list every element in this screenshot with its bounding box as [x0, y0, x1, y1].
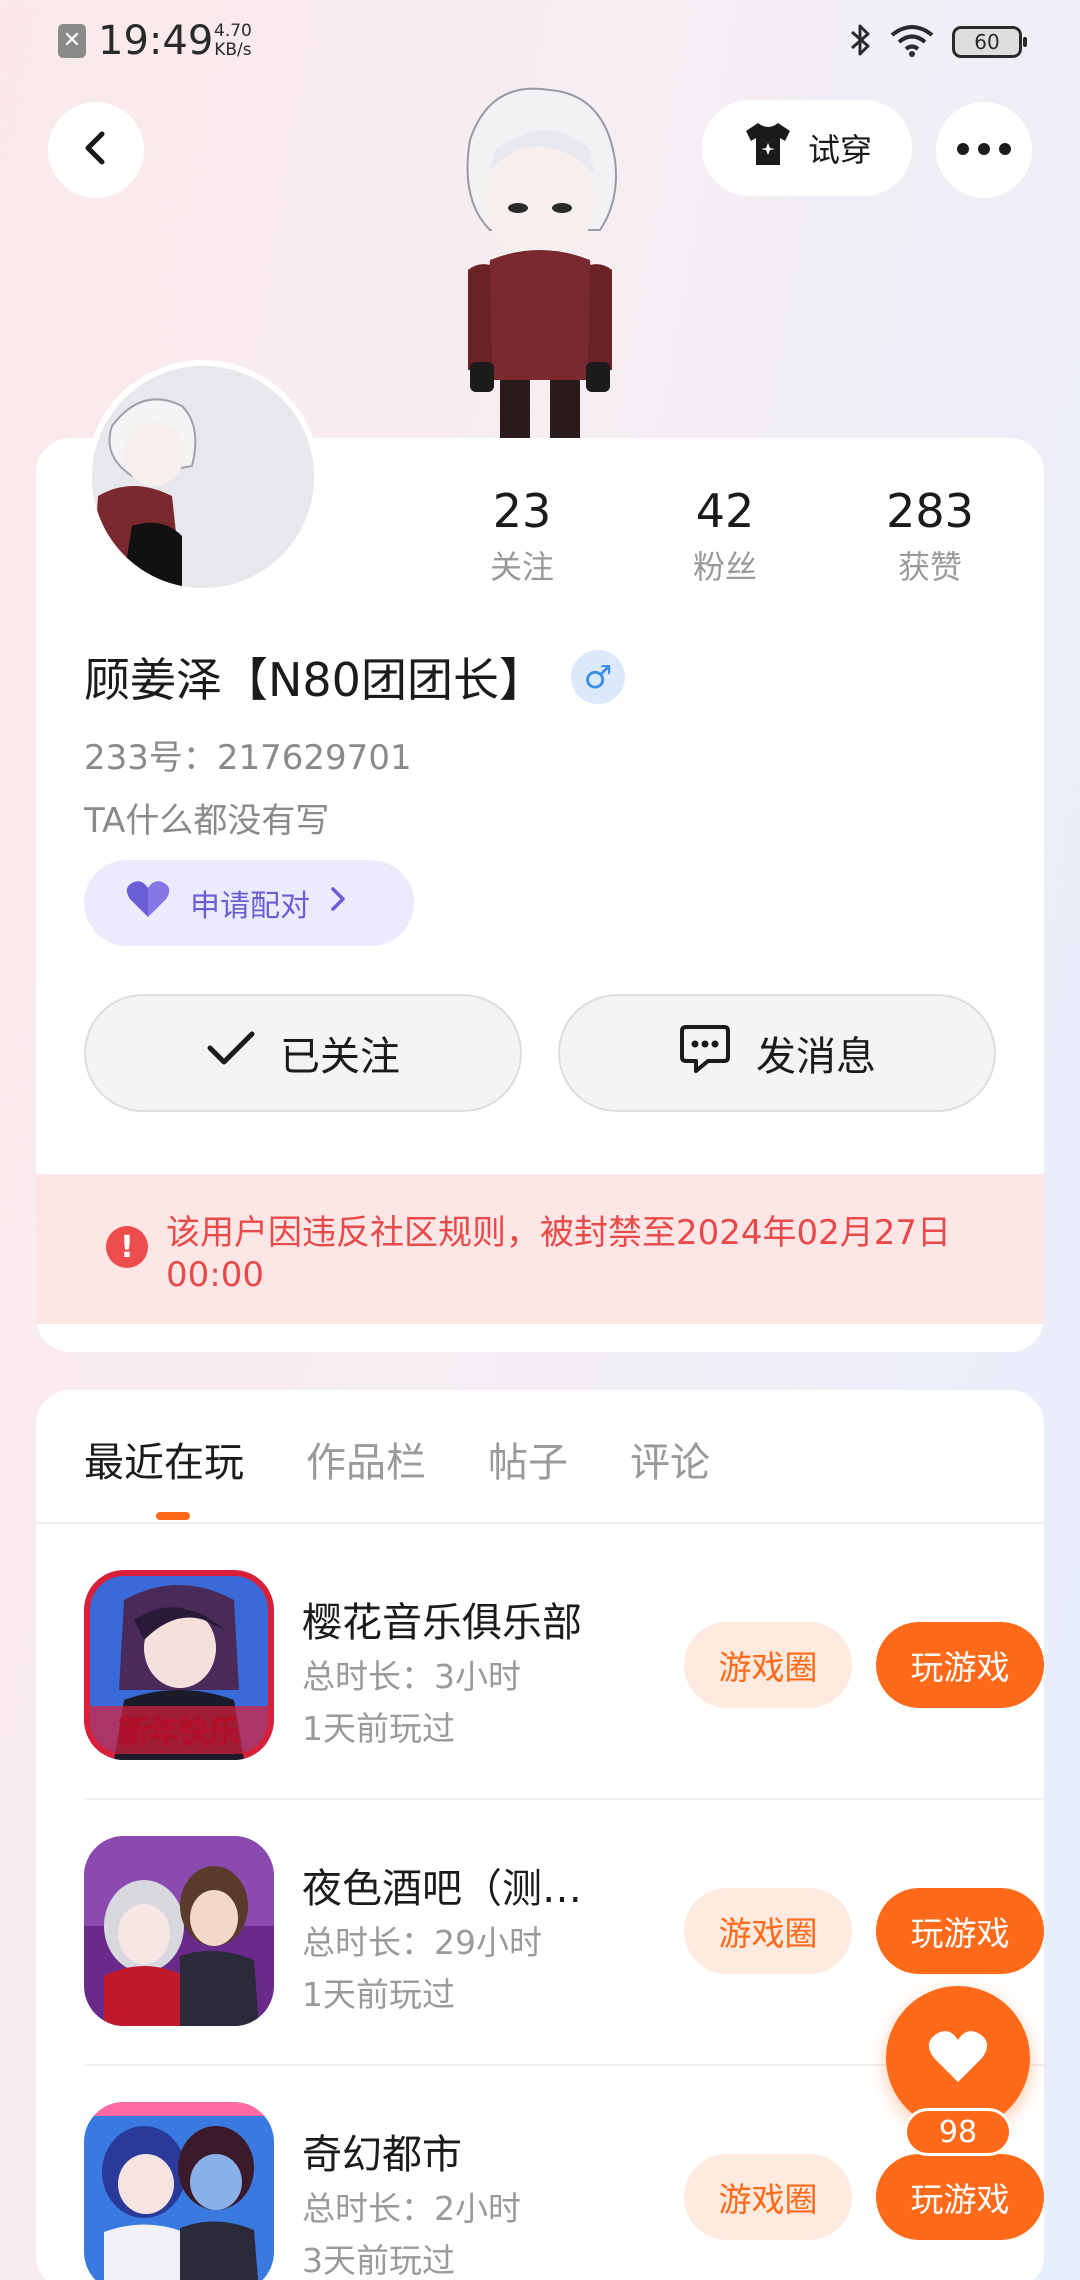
- content-tabs: 最近在玩 作品栏 帖子 评论: [84, 1430, 710, 1488]
- game-3-circle-button[interactable]: 游戏圈: [684, 2154, 852, 2240]
- back-arrow-icon: [76, 128, 116, 172]
- request-pair-button[interactable]: 申请配对: [84, 860, 414, 946]
- battery-icon: 60: [952, 26, 1027, 58]
- game-1-last-played: 1天前玩过: [302, 1709, 455, 1748]
- tab-recently-played[interactable]: 最近在玩: [84, 1430, 244, 1488]
- character-avatar-figure: [430, 80, 650, 440]
- bluetooth-icon: [848, 22, 872, 62]
- request-pair-label: 申请配对: [190, 889, 310, 924]
- game-2-circle-button[interactable]: 游戏圈: [684, 1888, 852, 1974]
- username: 顾姜泽【N80团团长】: [84, 653, 545, 707]
- battery-level: 60: [974, 30, 1000, 54]
- ban-notice: ! 该用户因违反社区规则，被封禁至2024年02月27日 00:00: [36, 1174, 1044, 1324]
- game-2-duration: 总时长：29小时: [302, 1923, 542, 1962]
- stat-following-value: 23: [492, 484, 552, 538]
- chevron-right-icon: [328, 885, 348, 921]
- tshirt-icon: [742, 121, 794, 175]
- network-speed-unit: KB/s: [214, 40, 252, 60]
- tab-works[interactable]: 作品栏: [306, 1430, 426, 1488]
- game-2-play-button[interactable]: 玩游戏: [876, 1888, 1044, 1974]
- status-icons: 60: [848, 20, 1027, 64]
- tab-posts[interactable]: 帖子: [488, 1430, 568, 1488]
- tabs-divider: [36, 1522, 1044, 1524]
- stat-followers-value: 42: [695, 484, 755, 538]
- avatar[interactable]: [86, 360, 320, 594]
- games-card: 最近在玩 作品栏 帖子 评论 新年快乐 樱花音乐俱乐部 总时长：3小时 1天前玩…: [36, 1390, 1044, 2280]
- user-id: 233号：217629701: [84, 738, 412, 778]
- heart-icon: [926, 2028, 990, 2088]
- back-button[interactable]: [48, 102, 144, 198]
- game-1-circle-button[interactable]: 游戏圈: [684, 1622, 852, 1708]
- male-icon: ♂: [570, 650, 625, 704]
- ban-notice-text: 该用户因违反社区规则，被封禁至2024年02月27日 00:00: [166, 1213, 952, 1295]
- game-1-play-button[interactable]: 玩游戏: [876, 1622, 1044, 1708]
- status-time: 19:49: [98, 18, 214, 64]
- check-icon: [206, 1028, 256, 1078]
- heart-pair-icon: [124, 879, 172, 927]
- notification-x-icon: ✕: [58, 24, 86, 58]
- stat-likes[interactable]: 283 获赞: [860, 484, 1000, 588]
- stat-followers[interactable]: 42 粉丝: [655, 484, 795, 588]
- alert-icon: !: [106, 1226, 148, 1268]
- send-message-button[interactable]: 发消息: [558, 994, 996, 1112]
- stat-following-label: 关注: [489, 548, 554, 586]
- game-1-icon-caption: 新年快乐: [119, 1715, 239, 1750]
- send-message-label: 发消息: [756, 1034, 876, 1080]
- user-bio: TA什么都没有写: [84, 801, 330, 841]
- game-1-icon[interactable]: 新年快乐: [84, 1570, 274, 1760]
- game-3-last-played: 3天前玩过: [302, 2241, 455, 2280]
- username-row: 顾姜泽【N80团团长】 ♂: [84, 644, 625, 710]
- tab-comments[interactable]: 评论: [630, 1430, 710, 1488]
- status-bar: ✕ 19:49 4.70 KB/s 60: [0, 0, 1080, 88]
- try-on-button[interactable]: 试穿: [702, 100, 912, 196]
- game-3-duration: 总时长：2小时: [302, 2189, 521, 2228]
- network-speed: 4.70 KB/s: [214, 22, 252, 60]
- game-2-icon[interactable]: [84, 1836, 274, 2026]
- game-row-3[interactable]: 奇幻都市 总时长：2小时 3天前玩过 游戏圈 玩游戏: [84, 2102, 1044, 2280]
- more-button[interactable]: [936, 102, 1032, 198]
- game-1-duration: 总时长：3小时: [302, 1657, 521, 1696]
- try-on-label: 试穿: [807, 131, 872, 169]
- game-row-2[interactable]: 夜色酒吧（测… 总时长：29小时 1天前玩过 游戏圈 玩游戏: [84, 1836, 1044, 2026]
- stat-likes-label: 获赞: [897, 548, 962, 586]
- wifi-icon: [890, 23, 934, 61]
- followed-button[interactable]: 已关注: [84, 994, 522, 1112]
- game-2-last-played: 1天前玩过: [302, 1975, 455, 2014]
- more-dots-icon: [956, 141, 1012, 160]
- chat-bubble-icon: [678, 1021, 732, 1085]
- followed-label: 已关注: [280, 1034, 400, 1080]
- active-tab-indicator: [156, 1512, 190, 1520]
- game-3-play-button[interactable]: 玩游戏: [876, 2154, 1044, 2240]
- game-3-name: 奇幻都市: [302, 2132, 462, 2178]
- game-row-1[interactable]: 新年快乐 樱花音乐俱乐部 总时长：3小时 1天前玩过 游戏圈 玩游戏: [84, 1570, 1044, 1760]
- row-divider: [84, 1798, 1044, 1800]
- game-2-name: 夜色酒吧（测…: [302, 1866, 582, 1912]
- network-speed-value: 4.70: [214, 21, 252, 41]
- stat-following[interactable]: 23 关注: [452, 484, 592, 588]
- game-1-name: 樱花音乐俱乐部: [302, 1600, 582, 1646]
- stat-followers-label: 粉丝: [692, 548, 757, 586]
- game-3-icon[interactable]: [84, 2102, 274, 2280]
- like-count-badge: 98: [904, 2108, 1012, 2156]
- stat-likes-value: 283: [886, 484, 974, 538]
